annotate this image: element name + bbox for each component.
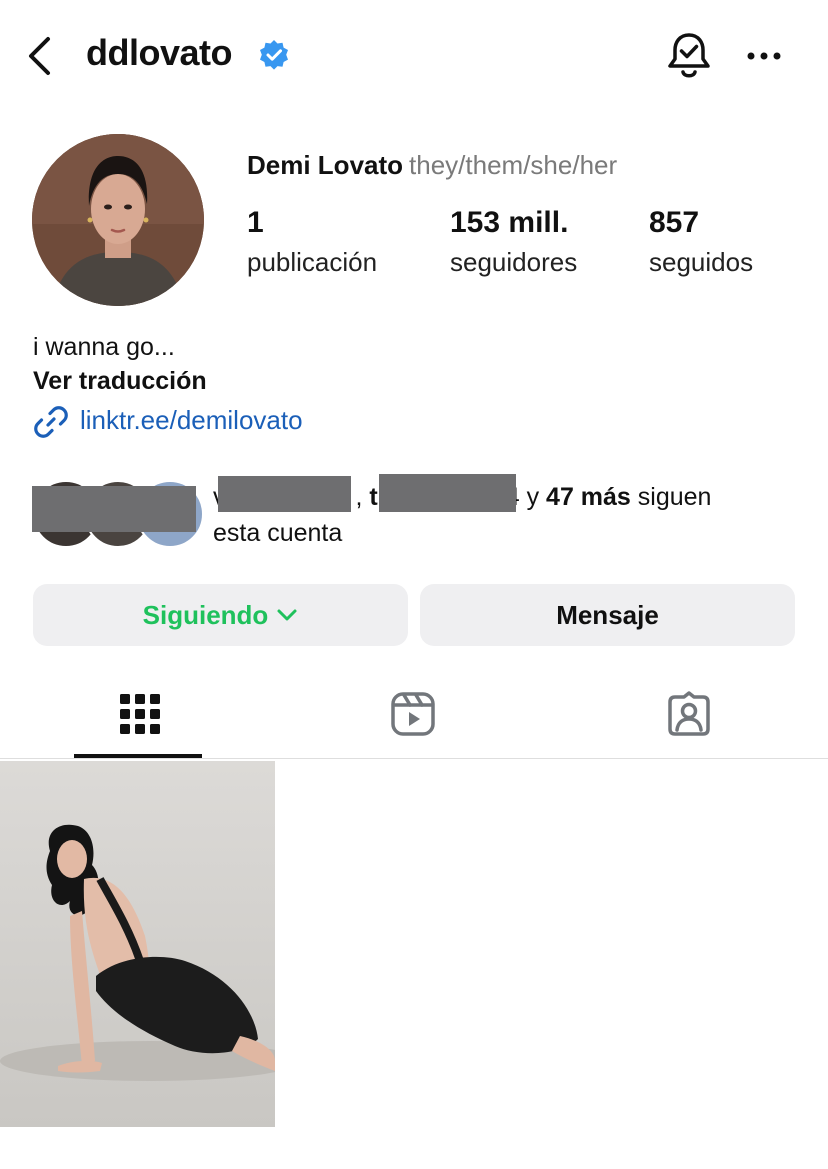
- followers-label: seguidores: [450, 247, 578, 277]
- followers-count: 153 mill.: [450, 206, 569, 239]
- following-stat[interactable]: 857 seguidos: [649, 206, 753, 280]
- chevron-down-icon: [276, 608, 298, 622]
- profile-link[interactable]: linktr.ee/demilovato: [80, 405, 303, 436]
- profile-username: ddlovato: [86, 32, 233, 73]
- profile-pronouns: they/them/she/her: [409, 150, 618, 180]
- profile-avatar[interactable]: [32, 134, 204, 306]
- posts-stat[interactable]: 1 publicación: [247, 206, 377, 280]
- notification-bell-icon[interactable]: [664, 30, 714, 82]
- following-button-label: Siguiendo: [142, 599, 269, 630]
- post-thumbnail[interactable]: [0, 761, 275, 1127]
- mutual-follow-text: siguen: [630, 483, 712, 511]
- profile-name: Demi Lovato: [247, 150, 404, 180]
- following-button[interactable]: Siguiendo: [33, 584, 408, 646]
- redaction-block: [32, 486, 196, 532]
- profile-bio: i wanna go...: [33, 333, 175, 361]
- mutual-connector: y: [519, 483, 547, 511]
- grid-icon[interactable]: [116, 690, 164, 738]
- followers-stat[interactable]: 153 mill. seguidores: [450, 206, 577, 280]
- more-options-icon[interactable]: [744, 44, 784, 68]
- profile-name-row: Demi Lovato they/them/she/her: [247, 150, 617, 181]
- tab-divider: [0, 758, 828, 759]
- mutual-followers-avatars[interactable]: [32, 480, 204, 548]
- message-button[interactable]: Mensaje: [420, 584, 795, 646]
- back-chevron-icon[interactable]: [22, 36, 58, 76]
- mutual-name-2-start: t: [369, 483, 378, 511]
- mutual-more-count: 47 más: [546, 483, 631, 511]
- following-count: 857: [649, 206, 700, 239]
- reels-icon[interactable]: [389, 690, 437, 738]
- mutual-line-2: esta cuenta: [213, 519, 343, 547]
- posts-count: 1: [247, 206, 264, 239]
- mutual-name-1-end: ,: [355, 483, 363, 511]
- redaction-block: [218, 476, 351, 512]
- link-icon: [33, 404, 69, 440]
- verified-badge-icon: [258, 39, 290, 71]
- translate-link[interactable]: Ver traducción: [33, 367, 207, 396]
- posts-label: publicación: [247, 247, 378, 277]
- following-label: seguidos: [649, 247, 754, 277]
- tagged-icon[interactable]: [665, 690, 713, 738]
- redaction-block: [379, 474, 516, 512]
